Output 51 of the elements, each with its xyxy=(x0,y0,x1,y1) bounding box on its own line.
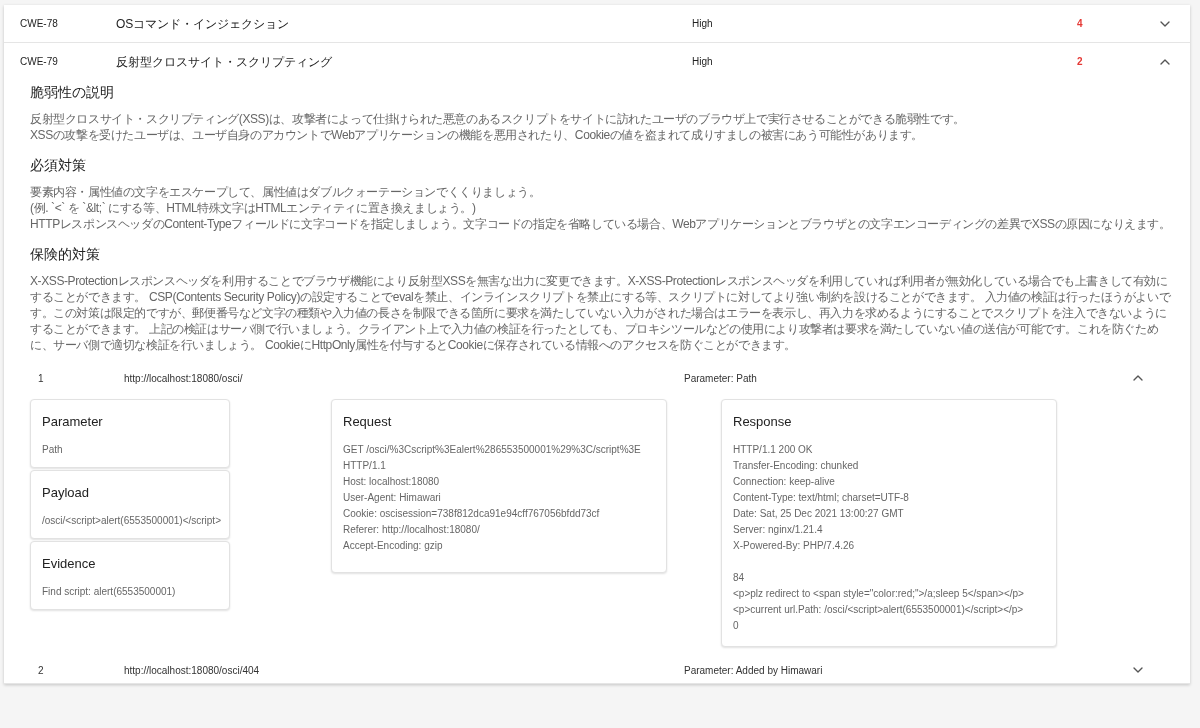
severity: High xyxy=(692,17,714,31)
card-line: 0 xyxy=(733,618,740,633)
card-line: Cookie: oscisession=738f812dca91e94cff767056bfdd73cf xyxy=(343,506,601,521)
card-line: X-Powered-By: PHP/7.4.26 xyxy=(733,538,856,553)
card-line: <p>current url.Path: /osci/<script>alert(6553500001)</script></p> xyxy=(733,602,1025,617)
vulnerability-name: 反射型クロスサイト・スクリプティング xyxy=(116,53,333,71)
severity: High xyxy=(692,55,714,69)
cwe-id: CWE-79 xyxy=(19,55,59,69)
vulnerability-row[interactable]: CWE-78 OSコマンド・インジェクション High 4 xyxy=(4,5,1190,42)
section-text: 要素内容・属性値の文字をエスケープして、属性値はダブルクォーテーションでくくりましょう。 xyxy=(30,184,542,200)
instance-parameter: Parameter: Path xyxy=(684,371,758,386)
card-line: <p>plz redirect to <span style="color:red;">/a;sleep 5</span></p> xyxy=(733,586,1025,601)
card-line: Server: nginx/1.21.4 xyxy=(733,522,824,537)
card-line: Transfer-Encoding: chunked xyxy=(733,458,860,473)
card-title: Request xyxy=(343,413,393,431)
instance-parameter: Parameter: Added by Himawari xyxy=(684,663,824,678)
cwe-id: CWE-78 xyxy=(19,17,59,31)
count: 2 xyxy=(1077,55,1084,69)
card-line: GET /osci/%3Cscript%3Ealert%286553500001%29%3C/script%3E HTTP/1.1 xyxy=(343,442,642,473)
section-text: XSSの攻撃を受けたユーザは、ユーザ自身のアカウントでWebアプリケーションの機能を悪用されたり、Cookieの値を盗まれて成りすましの被害にあう可能性があります。 xyxy=(30,127,925,143)
card-title: Parameter xyxy=(42,413,104,431)
instance-row[interactable]: 1 http://localhost:18080/osci/ Parameter: Path xyxy=(30,365,1174,391)
card-line: Content-Type: text/html; charset=UTF-8 xyxy=(733,490,910,505)
section-text: (例. `<` を `&lt;` にする等、HTML特殊文字はHTMLエンティティに置き換えましょう。) xyxy=(30,200,477,216)
section-heading: 保険的対策 xyxy=(30,245,101,264)
card-title: Payload xyxy=(42,484,90,502)
card-line: Accept-Encoding: gzip xyxy=(343,538,444,553)
instance-row[interactable]: 2 http://localhost:18080/osci/404 Parameter: Added by Himawari xyxy=(30,657,1174,683)
card-line: User-Agent: Himawari xyxy=(343,490,442,505)
card-line: 84 xyxy=(733,570,746,585)
section-text: 反射型クロスサイト・スクリプティング(XSS)は、攻撃者によって仕掛けられた悪意のあるスクリプトをサイトに訪れたユーザのブラウザ上で実行させることができる脆弱性です。 xyxy=(30,111,966,127)
section-text: X-XSS-Protectionレスポンスヘッダを利用することでブラウザ機能により反射型XSSを無害な出力に変更できます。X-XSS-Protectionレスポンスヘッダを利用していれば利用者が無効化している場合でも上書きして有効にすることができます。 CSP(Contents Security Policy)の設定することでevalを禁止、インラインスクリプトを禁止にする等、スクリプトに対してより強い制約を設けることができます。 入力値の検証は行ったほうがよいです。この対策は限定的ですが、郵便番号など文字の種類や入力値の長さを制限できる箇所に要求を満たしていない入力がされた場合はエラーを表示し、再入力を求めるようにすることでスクリプトを注入できないようにすることができます。 上記の検証はサーバ側で行いましょう。クライアント上で入力値の検証を行ったとしても、プロキシツールなどの使用により攻撃者は要求を満たしていない値の送信が可能です。これを防ぐために、サーバ側で適切な検証を行いましょう。 CookieにHttpOnly属性を付与するとCookieに保存されている情報へのアクセスを防ぐことができます。 xyxy=(30,273,1172,353)
section-heading: 必須対策 xyxy=(30,156,87,175)
section-heading: 脆弱性の説明 xyxy=(30,83,115,102)
card-title: Evidence xyxy=(42,555,97,573)
instance-number: 2 xyxy=(37,663,45,678)
card-title: Response xyxy=(733,413,793,431)
card-text: Path xyxy=(42,442,64,457)
card-line: Referer: http://localhost:18080/ xyxy=(343,522,481,537)
card-line: Host: localhost:18080 xyxy=(343,474,441,489)
card-text: Find script: alert(6553500001) xyxy=(42,584,177,599)
vulnerability-name: OSコマンド・インジェクション xyxy=(116,15,291,33)
instance-url: http://localhost:18080/osci/ xyxy=(124,371,244,386)
count: 4 xyxy=(1077,17,1084,31)
instance-url: http://localhost:18080/osci/404 xyxy=(124,663,261,678)
card-line: Connection: keep-alive xyxy=(733,474,836,489)
card-line: Date: Sat, 25 Dec 2021 13:00:27 GMT xyxy=(733,506,905,521)
vulnerability-row[interactable]: CWE-79 反射型クロスサイト・スクリプティング High 2 xyxy=(4,43,1190,80)
instance-number: 1 xyxy=(37,371,45,386)
section-text: HTTPレスポンスヘッダのContent-Typeフィールドに文字コードを指定しましょう。文字コードの指定を省略している場合、Webアプリケーションとブラウザとの文字エンコーディングの差異でXSSの原因になりえます。 xyxy=(30,216,1172,232)
card-line: HTTP/1.1 200 OK xyxy=(733,442,814,457)
